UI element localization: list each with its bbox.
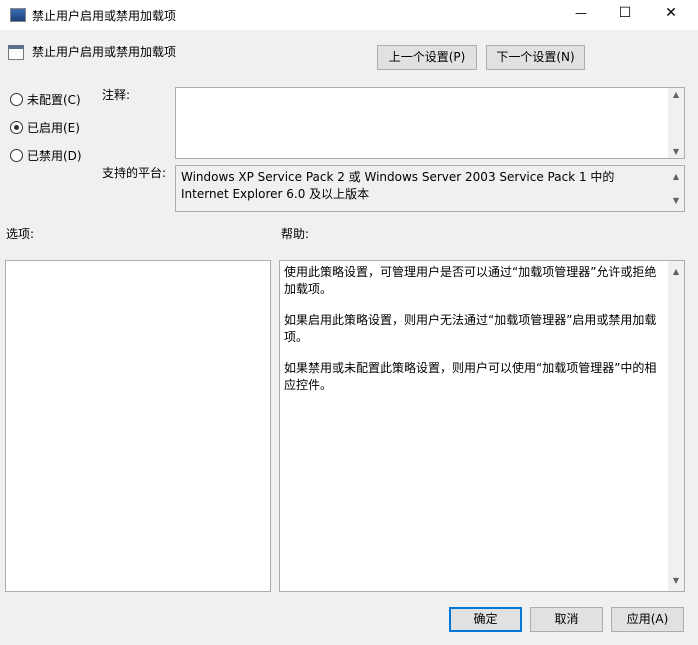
ok-button[interactable]: 确定 bbox=[449, 607, 522, 632]
options-label: 选项: bbox=[6, 227, 35, 241]
comment-label: 注释: bbox=[102, 88, 131, 102]
scrollbar[interactable]: ▲ ▼ bbox=[668, 261, 684, 591]
help-panel: 使用此策略设置，可管理用户是否可以通过“加载项管理器”允许或拒绝加载项。 如果启… bbox=[279, 260, 685, 592]
minimize-button[interactable]: — bbox=[566, 6, 596, 20]
radio-disabled[interactable]: 已禁用(D) bbox=[10, 147, 82, 164]
next-setting-button[interactable]: 下一个设置(N) bbox=[486, 45, 585, 70]
help-paragraph: 使用此策略设置，可管理用户是否可以通过“加载项管理器”允许或拒绝加载项。 bbox=[284, 265, 657, 296]
cancel-button[interactable]: 取消 bbox=[530, 607, 603, 632]
help-paragraph: 如果禁用或未配置此策略设置，则用户可以使用“加载项管理器”中的相应控件。 bbox=[284, 361, 657, 392]
policy-icon bbox=[8, 45, 24, 60]
scrollbar[interactable]: ▲ ▼ bbox=[668, 88, 684, 158]
app-icon bbox=[10, 8, 26, 22]
help-label: 帮助: bbox=[281, 227, 310, 241]
title-bar: 禁止用户启用或禁用加载项 — ☐ ✕ bbox=[0, 0, 698, 30]
radio-not-configured[interactable]: 未配置(C) bbox=[10, 91, 81, 108]
radio-circle-icon[interactable] bbox=[10, 93, 23, 106]
prev-setting-button[interactable]: 上一个设置(P) bbox=[377, 45, 477, 70]
platform-label: 支持的平台: bbox=[102, 166, 167, 180]
radio-circle-checked-icon[interactable] bbox=[10, 121, 23, 134]
close-button[interactable]: ✕ bbox=[656, 5, 686, 21]
platform-field: Windows XP Service Pack 2 或 Windows Serv… bbox=[175, 165, 685, 212]
options-panel bbox=[5, 260, 271, 592]
radio-circle-icon[interactable] bbox=[10, 149, 23, 162]
comment-input[interactable]: ▲ ▼ bbox=[175, 87, 685, 159]
scrollbar[interactable]: ▲ ▼ bbox=[668, 166, 684, 211]
radio-enabled[interactable]: 已启用(E) bbox=[10, 119, 80, 136]
policy-name: 禁止用户启用或禁用加载项 bbox=[32, 45, 177, 59]
apply-button[interactable]: 应用(A) bbox=[611, 607, 684, 632]
window-title: 禁止用户启用或禁用加载项 bbox=[32, 9, 177, 23]
maximize-button[interactable]: ☐ bbox=[610, 5, 640, 21]
help-paragraph: 如果启用此策略设置，则用户无法通过“加载项管理器”启用或禁用加载项。 bbox=[284, 313, 657, 344]
